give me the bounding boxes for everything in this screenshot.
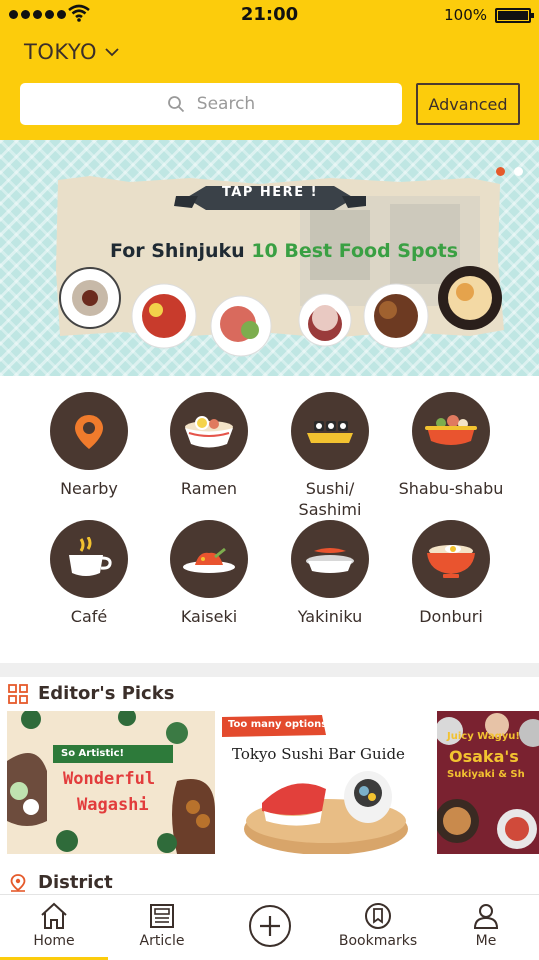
category-ramen[interactable]: Ramen [149, 392, 269, 499]
section-divider [0, 663, 539, 677]
chevron-down-icon [105, 48, 119, 57]
pick-title: Tokyo Sushi Bar Guide [232, 745, 405, 763]
pick-title-line2: Sukiyaki & Sh [447, 769, 525, 780]
rice-bowl-icon [427, 545, 475, 578]
search-input[interactable]: Search [20, 83, 402, 125]
pick-tag: Too many options? [228, 719, 333, 730]
editors-pick-card[interactable]: Juicy Wagyu! Osaka's Sukiyaki & Sh [437, 711, 539, 854]
map-pin-icon [75, 415, 103, 449]
search-placeholder: Search [196, 94, 256, 114]
sushi-bar-image [222, 715, 408, 854]
tab-bar: Home Article Bookmarks Me [0, 894, 539, 960]
pick-title-line1: Wonderful [63, 769, 156, 789]
tab-me[interactable]: Me [432, 895, 539, 960]
battery-icon [495, 8, 534, 23]
category-label: Donburi [419, 607, 483, 626]
category-yakiniku[interactable]: Yakiniku [270, 520, 390, 627]
category-cafe[interactable]: Café [29, 520, 149, 627]
carousel-dot-active[interactable] [496, 167, 505, 176]
category-kaiseki[interactable]: Kaiseki [149, 520, 269, 627]
article-icon [150, 904, 174, 928]
add-icon [249, 905, 291, 947]
grill-icon [306, 548, 354, 573]
pick-tag: So Artistic! [61, 748, 125, 759]
bookmark-icon [365, 903, 391, 929]
banner-title: For Shinjuku 10 Best Food Spots [110, 240, 458, 262]
tab-label: Article [139, 933, 185, 949]
home-icon [41, 902, 67, 929]
user-icon [473, 904, 499, 929]
status-bar: 21:00 100% [0, 0, 539, 32]
search-icon [167, 96, 184, 113]
tab-label: Home [33, 933, 75, 949]
category-icon-circle [50, 520, 128, 598]
hot-pot-icon [425, 415, 477, 445]
promo-banner[interactable]: TAP HERE ! For Shinjuku 10 Best Food Spo… [0, 140, 539, 376]
banner-tap-text: TAP HERE ! [221, 185, 319, 200]
city-selector[interactable]: TOKYO [24, 40, 119, 64]
category-sushi-sashimi[interactable]: Sushi/ Sashimi [270, 392, 390, 520]
advanced-search-button[interactable]: Advanced [416, 83, 520, 125]
category-label: Yakiniku [297, 607, 363, 626]
category-grid: Nearby Ramen Sushi/ Sashimi Shabu-shabu … [0, 376, 539, 663]
sushi-icon [307, 421, 353, 443]
editors-pick-card[interactable]: Too many options? Tokyo Sushi Bar Guide [222, 711, 430, 854]
carousel-dot[interactable] [514, 167, 523, 176]
category-label: Shabu-shabu [398, 479, 504, 498]
kaiseki-plate-icon [183, 547, 235, 573]
grid-icon [8, 683, 28, 704]
tab-label: Me [475, 933, 497, 949]
district-title: District [38, 872, 113, 893]
pick-tag: Juicy Wagyu! [447, 731, 520, 742]
category-label: Nearby [60, 479, 118, 498]
editors-picks-header: Editor's Picks [8, 683, 174, 704]
category-icon-circle [412, 520, 490, 598]
tab-home[interactable]: Home [0, 895, 108, 960]
category-label: Café [70, 607, 108, 626]
category-shabu-shabu[interactable]: Shabu-shabu [391, 392, 511, 499]
category-icon-circle [291, 520, 369, 598]
battery-percent: 100% [444, 6, 487, 24]
district-header: District [8, 872, 113, 893]
editors-picks-carousel[interactable]: So Artistic! Wonderful Wagashi Too many … [7, 711, 539, 854]
location-icon [10, 873, 26, 892]
category-nearby[interactable]: Nearby [29, 392, 149, 499]
category-icon-circle [291, 392, 369, 470]
tab-bookmarks[interactable]: Bookmarks [324, 895, 432, 960]
header: 21:00 100% TOKYO Search Advanced [0, 0, 539, 140]
category-icon-circle [170, 520, 248, 598]
coffee-cup-icon [69, 537, 112, 576]
banner-title-prefix: For Shinjuku [110, 240, 245, 262]
editors-picks-title: Editor's Picks [38, 683, 175, 704]
pick-title-line2: Wagashi [77, 795, 149, 815]
category-icon-circle [170, 392, 248, 470]
category-label: Ramen [180, 479, 238, 498]
pick-title-line1: Osaka's [449, 747, 519, 766]
city-name: TOKYO [24, 40, 98, 64]
category-icon-circle [412, 392, 490, 470]
category-label: Sushi/ Sashimi [298, 479, 362, 519]
category-label: Kaiseki [180, 607, 238, 626]
ramen-bowl-icon [185, 416, 233, 448]
tab-add[interactable] [216, 895, 324, 960]
tab-label: Bookmarks [338, 933, 418, 949]
tab-article[interactable]: Article [108, 895, 216, 960]
category-icon-circle [50, 392, 128, 470]
editors-pick-card[interactable]: So Artistic! Wonderful Wagashi [7, 711, 215, 854]
banner-title-highlight: 10 Best Food Spots [251, 240, 459, 262]
category-donburi[interactable]: Donburi [391, 520, 511, 627]
